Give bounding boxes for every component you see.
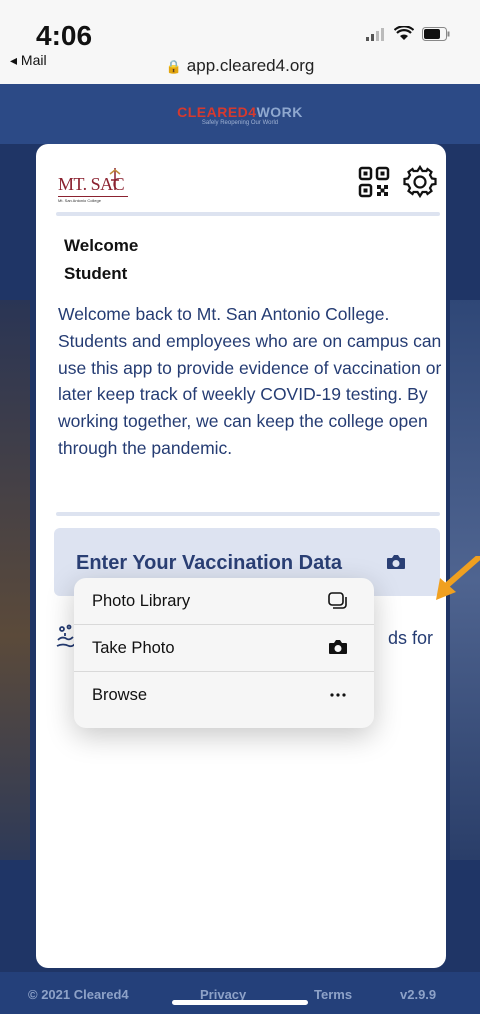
footer: © 2021 Cleared4 Privacy Terms v2.9.9	[0, 972, 480, 1014]
brand-logo: CLEARED4WORK	[0, 104, 480, 120]
menu-item-browse[interactable]: Browse	[74, 672, 374, 718]
welcome-heading: Welcome Student	[64, 232, 138, 288]
logo-text: MT. SAC	[58, 174, 125, 194]
camera-icon	[387, 555, 405, 569]
brand-part2: WORK	[256, 104, 303, 120]
main-card: MT. SAC Mt. San Antonio College Welcome …	[36, 144, 446, 968]
url-bar[interactable]: 🔒 app.cleared4.org	[0, 56, 480, 76]
divider-top	[56, 212, 440, 216]
vaccination-button-label: Enter Your Vaccination Data	[76, 552, 343, 574]
logo-underline	[58, 196, 128, 197]
terms-link[interactable]: Terms	[314, 987, 352, 1002]
copyright-text: © 2021 Cleared4	[28, 987, 129, 1002]
brand-tagline: Safely Reopening Our World	[201, 120, 279, 126]
home-indicator[interactable]	[172, 1000, 308, 1005]
annotation-arrow	[436, 556, 480, 600]
signal-icon	[366, 27, 384, 41]
camera-icon	[329, 640, 347, 654]
photo-source-menu: Photo Library Take Photo Browse	[74, 578, 374, 728]
menu-item-label: Take Photo	[92, 639, 175, 657]
welcome-line2: Student	[64, 264, 128, 283]
intro-paragraph: Welcome back to Mt. San Antonio College.…	[58, 304, 442, 458]
photo-library-icon	[328, 592, 347, 609]
clock: 4:06	[36, 20, 93, 51]
lock-icon: 🔒	[165, 59, 182, 74]
college-logo: MT. SAC Mt. San Antonio College	[58, 166, 128, 203]
testing-row-text: ds for	[388, 628, 434, 648]
divider-middle	[56, 512, 440, 516]
menu-item-take-photo[interactable]: Take Photo	[74, 625, 374, 671]
brand-part1: CLEARED4	[177, 104, 257, 120]
welcome-line1: Welcome	[64, 236, 139, 255]
background-image-left	[0, 300, 30, 860]
system-icons	[366, 26, 450, 41]
battery-icon	[422, 26, 450, 41]
status-bar: 4:06 ◂ Mail 🔒 app.cleared4.org	[0, 0, 480, 84]
url-text: app.cleared4.org	[186, 56, 315, 75]
menu-item-label: Photo Library	[92, 592, 191, 610]
menu-item-label: Browse	[92, 686, 148, 704]
version-text: v2.9.9	[400, 987, 437, 1002]
qr-code-icon[interactable]	[358, 166, 390, 198]
wifi-icon	[394, 26, 414, 40]
logo-subtext: Mt. San Antonio College	[58, 198, 101, 203]
ellipsis-icon	[330, 693, 346, 697]
gear-icon[interactable]	[402, 164, 438, 200]
menu-item-photo-library[interactable]: Photo Library	[74, 578, 374, 624]
